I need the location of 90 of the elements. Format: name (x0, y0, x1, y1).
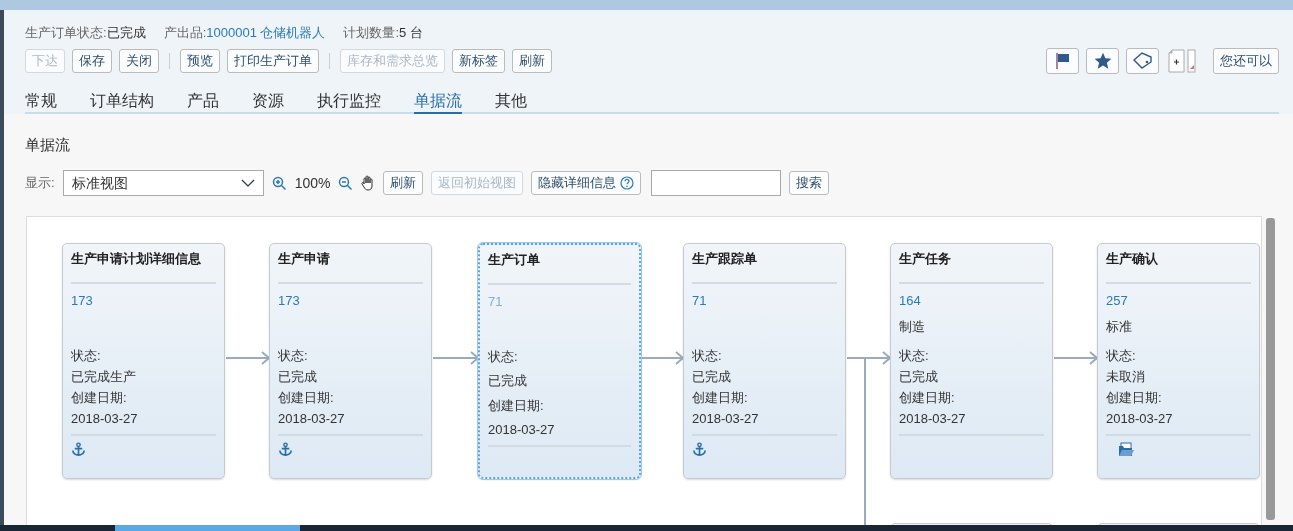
document-card[interactable]: 生产申请 173 状态: 已完成 创建日期: 2018-03-27 (269, 243, 432, 479)
zoom-out-icon[interactable] (338, 175, 354, 191)
status-value: 已完成 (692, 368, 732, 386)
card-title: 生产跟踪单 (692, 250, 758, 268)
connector-arrow (641, 351, 685, 365)
zoom-level: 100% (294, 173, 331, 193)
status-value: 已完成 (278, 368, 318, 386)
tab[interactable]: 订单结构 (90, 89, 154, 114)
zoom-in-icon[interactable] (271, 175, 287, 191)
date-value: 2018-03-27 (899, 410, 967, 428)
hide-details-button[interactable]: 隐藏详细信息 (531, 171, 642, 195)
status-label: 状态: (1106, 347, 1137, 365)
status-label: 状态: (71, 347, 102, 365)
date-value: 2018-03-27 (71, 410, 139, 428)
folder-icon[interactable] (1118, 442, 1134, 457)
date-label: 创建日期: (899, 389, 956, 407)
card-title: 生产申请 (278, 250, 331, 268)
chevron-down-icon (240, 179, 255, 187)
card-title: 生产订单 (488, 251, 541, 269)
toolbar-button[interactable]: 新标签 (452, 49, 505, 73)
refresh-button[interactable]: 刷新 (383, 171, 424, 195)
tab[interactable]: 产品 (187, 89, 219, 114)
toolbar-button[interactable]: 保存 (72, 49, 112, 73)
help-icon (620, 176, 635, 190)
card-title: 生产申请计划详细信息 (71, 250, 202, 268)
document-number[interactable]: 71 (692, 290, 837, 311)
flag-icon (1054, 52, 1071, 70)
tab[interactable]: 资源 (252, 89, 284, 114)
hand-icon[interactable] (361, 175, 376, 191)
display-label: 显示: (25, 174, 55, 193)
more-actions-button[interactable]: 您还可以 (1213, 48, 1279, 74)
document-type: 制造 (899, 318, 926, 336)
document-card[interactable]: 生产跟踪单 71 状态: 已完成 创建日期: 2018-03-27 (683, 243, 846, 479)
date-label: 创建日期: (71, 389, 128, 407)
document-number[interactable]: 173 (278, 290, 423, 311)
status-value: 已完成生产 (71, 368, 137, 386)
date-value: 2018-03-27 (1106, 410, 1174, 428)
new-document-button[interactable] (1166, 48, 1198, 74)
anchor-icon[interactable] (278, 442, 293, 457)
tab[interactable]: 执行监控 (317, 89, 381, 114)
date-label: 创建日期: (692, 389, 749, 407)
document-card[interactable]: 生产订单 71 状态: 已完成 创建日期: 2018-03-27 (478, 243, 641, 479)
status-value: 已完成 (899, 368, 939, 386)
toolbar-button[interactable]: 预览 (180, 49, 220, 73)
connector-arrow (432, 351, 480, 365)
star-button[interactable] (1086, 48, 1119, 74)
search-button[interactable]: 搜索 (789, 171, 830, 195)
status-value: 已完成 (488, 372, 528, 391)
status-value: 未取消 (1106, 368, 1146, 386)
document-card[interactable]: 生产确认 257 标准 状态: 未取消 创建日期: 2018-03-27 (1097, 243, 1260, 479)
scrollbar[interactable] (1266, 218, 1275, 520)
document-card[interactable]: 生产申请计划详细信息 173 状态: 已完成生产 创建日期: 2018-03-27 (62, 243, 225, 479)
status-text: 生产订单状态:已完成 (25, 24, 146, 43)
document-number[interactable]: 164 (899, 290, 1044, 311)
anchor-icon[interactable] (71, 442, 86, 457)
toolbar-button[interactable]: 打印生产订单 (227, 49, 319, 73)
product-text: 产出品:1000001 仓储机器人 (163, 24, 326, 43)
quantity-text: 计划数量:5 台 (343, 24, 423, 43)
toolbar-button[interactable]: 关闭 (119, 49, 159, 73)
date-label: 创建日期: (278, 389, 335, 407)
toolbar-button[interactable]: 刷新 (512, 49, 552, 73)
tab[interactable]: 其他 (495, 89, 527, 114)
date-value: 2018-03-27 (692, 410, 760, 428)
search-field[interactable] (651, 170, 782, 196)
connector-arrow (225, 351, 271, 365)
status-label: 状态: (899, 347, 930, 365)
document-number[interactable]: 173 (71, 290, 216, 311)
tab[interactable]: 单据流 (414, 89, 462, 114)
status-label: 状态: (692, 347, 723, 365)
star-icon (1093, 52, 1112, 70)
date-value: 2018-03-27 (488, 420, 556, 439)
flag-button[interactable] (1046, 48, 1079, 74)
document-card[interactable]: 生产任务 164 制造 状态: 已完成 创建日期: 2018-03-27 (890, 243, 1053, 479)
date-label: 创建日期: (488, 396, 545, 415)
section-title: 单据流 (25, 135, 71, 155)
card-title: 生产任务 (899, 250, 952, 268)
date-label: 创建日期: (1106, 389, 1163, 407)
tab[interactable]: 常规 (25, 89, 57, 114)
tag-button[interactable] (1126, 48, 1159, 74)
status-label: 状态: (278, 347, 309, 365)
add-page-icon (1168, 49, 1196, 73)
card-title: 生产确认 (1106, 250, 1159, 268)
document-type: 标准 (1106, 318, 1133, 336)
tag-icon (1132, 52, 1153, 70)
connector-arrow (1053, 351, 1099, 365)
date-value: 2018-03-27 (278, 410, 346, 428)
document-number[interactable]: 257 (1106, 290, 1251, 311)
view-dropdown[interactable]: 标准视图 (62, 170, 264, 196)
status-label: 状态: (488, 348, 519, 366)
anchor-icon[interactable] (692, 442, 707, 457)
